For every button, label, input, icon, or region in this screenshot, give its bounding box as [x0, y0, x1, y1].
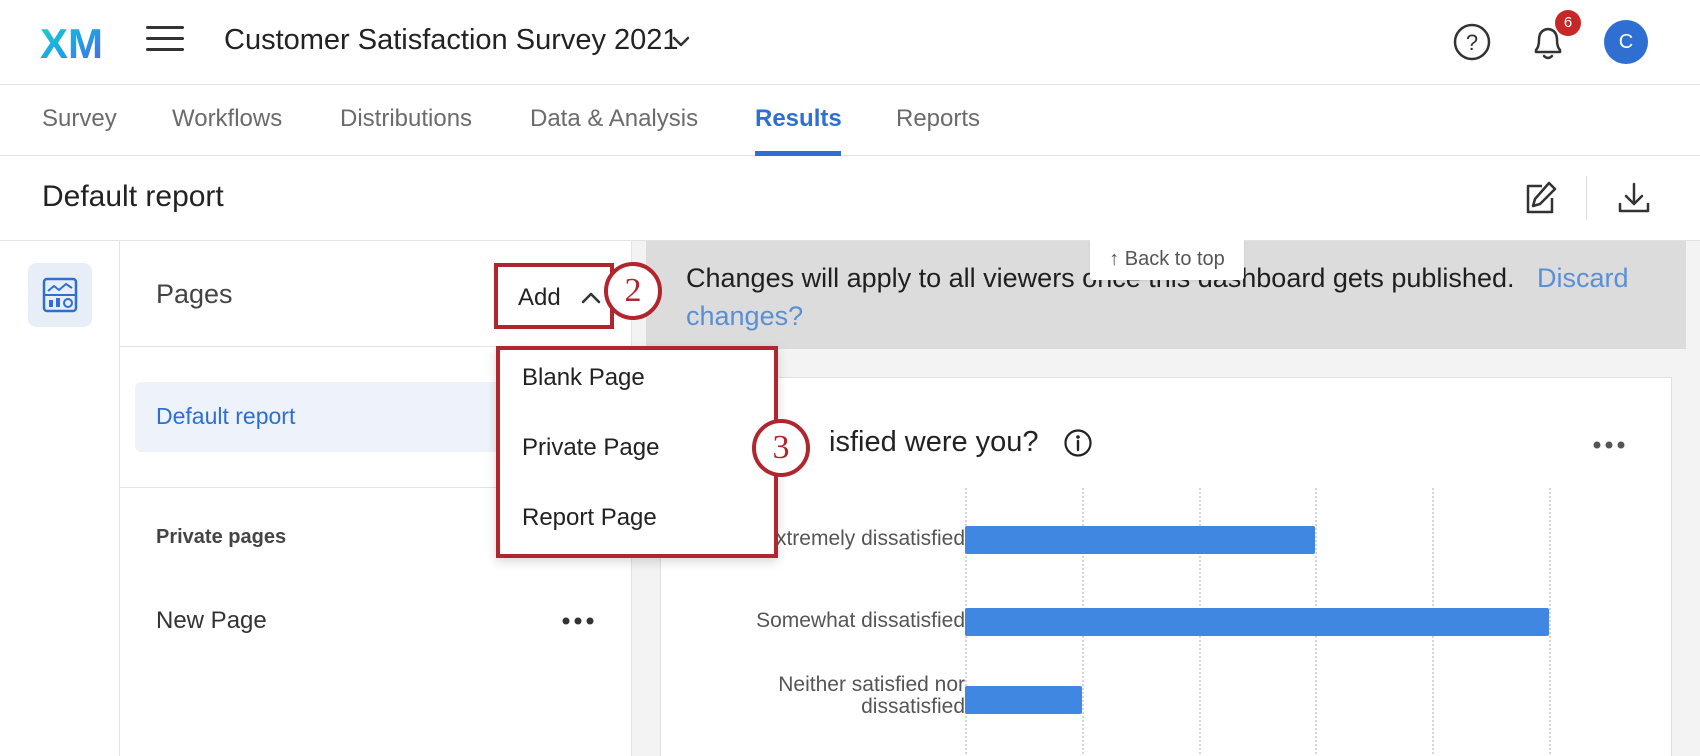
tab-reports[interactable]: Reports: [896, 105, 980, 133]
avatar[interactable]: C: [1604, 20, 1648, 64]
header-divider: [1586, 176, 1587, 220]
step-badge-2: 2: [604, 262, 662, 320]
tab-survey[interactable]: Survey: [42, 105, 117, 133]
tab-results[interactable]: Results: [755, 105, 842, 133]
chart-widget: isfied were you? xtremely dissatisfied So…: [660, 377, 1672, 756]
menu-item-blank-page[interactable]: Blank Page: [522, 364, 645, 392]
private-pages-heading: Private pages: [156, 526, 287, 548]
tab-workflows[interactable]: Workflows: [172, 105, 282, 133]
survey-title[interactable]: Customer Satisfaction Survey 2021: [224, 24, 679, 57]
chevron-down-icon[interactable]: [670, 30, 692, 52]
tab-data-analysis[interactable]: Data & Analysis: [530, 105, 698, 133]
page-item-default-report[interactable]: Default report: [135, 382, 505, 452]
edit-icon[interactable]: [1520, 178, 1560, 218]
left-rail: [0, 241, 120, 756]
chart-bar[interactable]: [965, 686, 1082, 714]
top-bar: XM Customer Satisfaction Survey 2021 ? 6…: [0, 0, 1700, 85]
report-header: Default report: [0, 156, 1700, 241]
report-title: Default report: [42, 180, 224, 213]
step-badge-3: 3: [752, 419, 810, 477]
category-label: xtremely dissatisfied: [775, 527, 965, 550]
report-canvas: Changes will apply to all viewers once t…: [632, 241, 1700, 756]
download-icon[interactable]: [1614, 178, 1654, 218]
grid-line: [1549, 488, 1551, 756]
category-label: Neither satisfied nor: [778, 673, 965, 696]
chart-bar[interactable]: [965, 526, 1316, 554]
add-page-menu: Blank Page Private Page Report Page: [496, 346, 778, 558]
tab-distributions[interactable]: Distributions: [340, 105, 472, 133]
help-icon[interactable]: ?: [1452, 22, 1492, 62]
widget-title: isfied were you?: [829, 426, 1039, 458]
info-icon[interactable]: [1063, 428, 1093, 458]
menu-icon[interactable]: [146, 26, 184, 58]
page-item-new-page[interactable]: New Page: [156, 607, 267, 635]
dashboard-icon: [42, 277, 78, 313]
category-label: Somewhat dissatisfied: [756, 609, 965, 632]
dashboard-view-button[interactable]: [28, 263, 92, 327]
notification-badge: 6: [1555, 10, 1581, 36]
xm-logo-text: XM: [40, 22, 103, 62]
chart-bar[interactable]: [965, 608, 1549, 636]
bar-chart: xtremely dissatisfied Somewhat dissatisfi…: [661, 478, 1673, 756]
nav-tabs: Survey Workflows Distributions Data & An…: [0, 85, 1700, 156]
page-item-label: Default report: [156, 403, 296, 429]
back-to-top-button[interactable]: ↑ Back to top: [1090, 238, 1244, 280]
menu-item-private-page[interactable]: Private Page: [522, 434, 659, 462]
more-options-icon[interactable]: [1591, 438, 1627, 452]
add-page-button[interactable]: Add: [494, 263, 614, 329]
category-label: dissatisfied: [861, 695, 965, 718]
svg-text:?: ?: [1466, 30, 1478, 55]
chevron-up-icon: [581, 292, 601, 304]
menu-item-report-page[interactable]: Report Page: [522, 504, 657, 532]
xm-logo[interactable]: XM: [40, 22, 108, 62]
pages-heading: Pages: [156, 279, 233, 309]
more-options-icon[interactable]: [560, 613, 596, 629]
add-page-label: Add: [518, 284, 561, 311]
